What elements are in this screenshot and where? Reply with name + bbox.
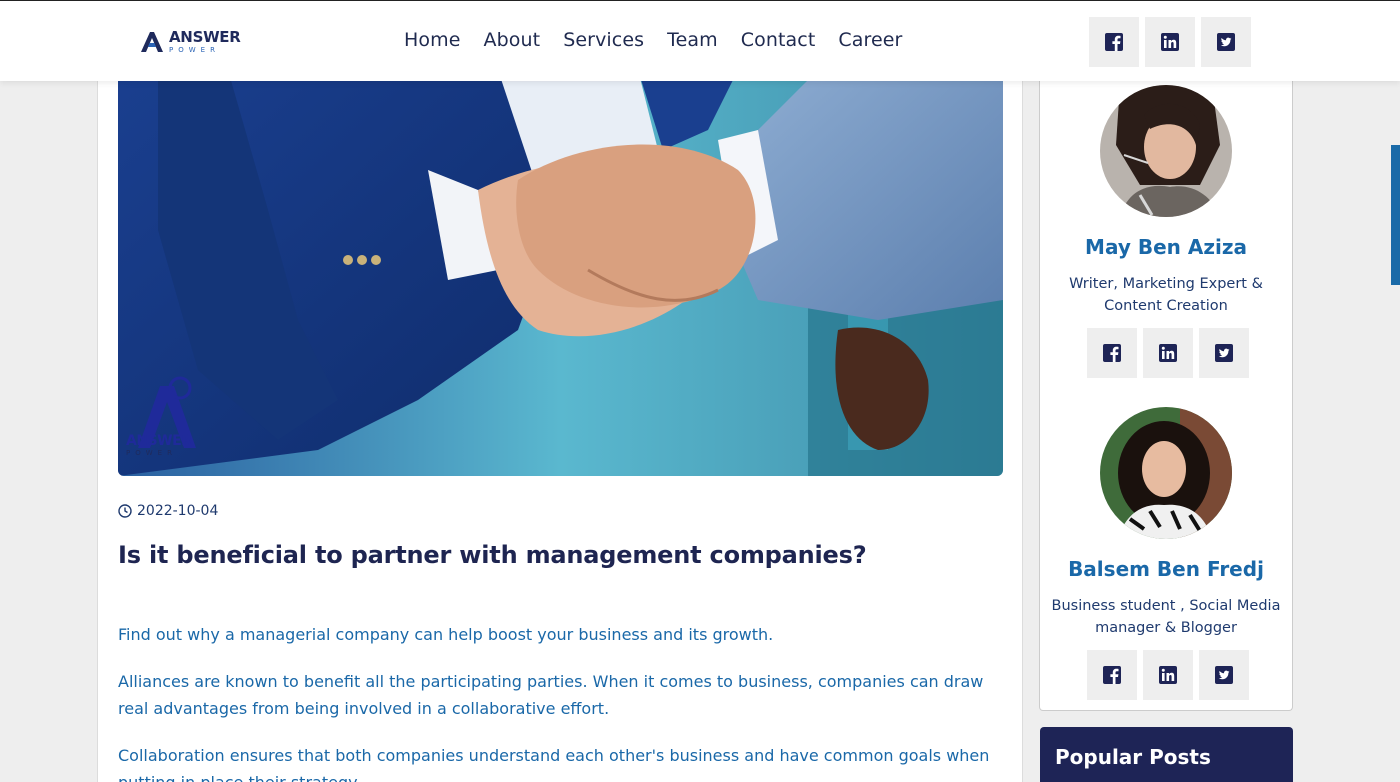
article-date: 2022-10-04 [118, 503, 218, 519]
author-name[interactable]: Balsem Ben Fredj [1039, 557, 1293, 581]
twitter-icon [1217, 33, 1235, 51]
twitter-icon [1215, 344, 1233, 362]
nav-team[interactable]: Team [667, 29, 718, 51]
main-nav: Home About Services Team Contact Career [404, 29, 902, 51]
author-photo-may [1100, 85, 1232, 217]
author-name[interactable]: May Ben Aziza [1039, 235, 1293, 259]
nav-about[interactable]: About [484, 29, 541, 51]
header-linkedin-button[interactable] [1145, 17, 1195, 67]
clock-icon [118, 504, 132, 518]
author-avatar [1100, 407, 1232, 539]
site-logo[interactable]: ANSWER POWER [139, 28, 249, 56]
author-role: Business student , Social Media manager … [1051, 598, 1281, 636]
author-avatar [1100, 85, 1232, 217]
author-facebook-button[interactable] [1087, 328, 1137, 378]
header-twitter-button[interactable] [1201, 17, 1251, 67]
facebook-icon [1103, 666, 1121, 684]
popular-posts-panel: Popular Posts [1040, 727, 1293, 782]
author-twitter-button[interactable] [1199, 650, 1249, 700]
author-twitter-button[interactable] [1199, 328, 1249, 378]
watermark-top-text: ANSWER [126, 433, 192, 449]
facebook-icon [1103, 344, 1121, 362]
nav-services[interactable]: Services [563, 29, 644, 51]
popular-posts-title: Popular Posts [1055, 745, 1211, 769]
linkedin-icon [1159, 344, 1177, 362]
image-watermark-logo: ANSWER POWER [126, 433, 192, 457]
author-linkedin-button[interactable] [1143, 328, 1193, 378]
facebook-icon [1105, 33, 1123, 51]
article-title: Is it beneficial to partner with managem… [118, 541, 867, 569]
date-text: 2022-10-04 [137, 503, 219, 519]
watermark-bottom-text: POWER [126, 449, 177, 457]
logo-mark-icon [141, 32, 163, 52]
author-photo-balsem [1100, 407, 1232, 539]
twitter-icon [1215, 666, 1233, 684]
linkedin-icon [1161, 33, 1179, 51]
handshake-image [118, 70, 1003, 476]
author-role: Writer, Marketing Expert & Content Creat… [1069, 276, 1263, 314]
article-paragraph: Alliances are known to benefit all the p… [118, 672, 984, 718]
linkedin-icon [1159, 666, 1177, 684]
logo-top-text: ANSWER [169, 28, 241, 46]
author-social-links [1087, 650, 1249, 700]
nav-home[interactable]: Home [404, 29, 461, 51]
scrollbar-thumb[interactable] [1391, 145, 1400, 285]
author-linkedin-button[interactable] [1143, 650, 1193, 700]
nav-contact[interactable]: Contact [741, 29, 816, 51]
site-header: ANSWER POWER Home About Services Team Co… [0, 0, 1400, 81]
nav-career[interactable]: Career [838, 29, 902, 51]
logo-bottom-text: POWER [169, 46, 220, 54]
header-facebook-button[interactable] [1089, 17, 1139, 67]
author-social-links [1087, 328, 1249, 378]
header-social-links [1089, 17, 1251, 67]
author-facebook-button[interactable] [1087, 650, 1137, 700]
article-paragraph: Find out why a managerial company can he… [118, 625, 774, 644]
article-hero-image: ANSWER POWER [118, 70, 1003, 476]
article-paragraph: Collaboration ensures that both companie… [118, 746, 990, 782]
